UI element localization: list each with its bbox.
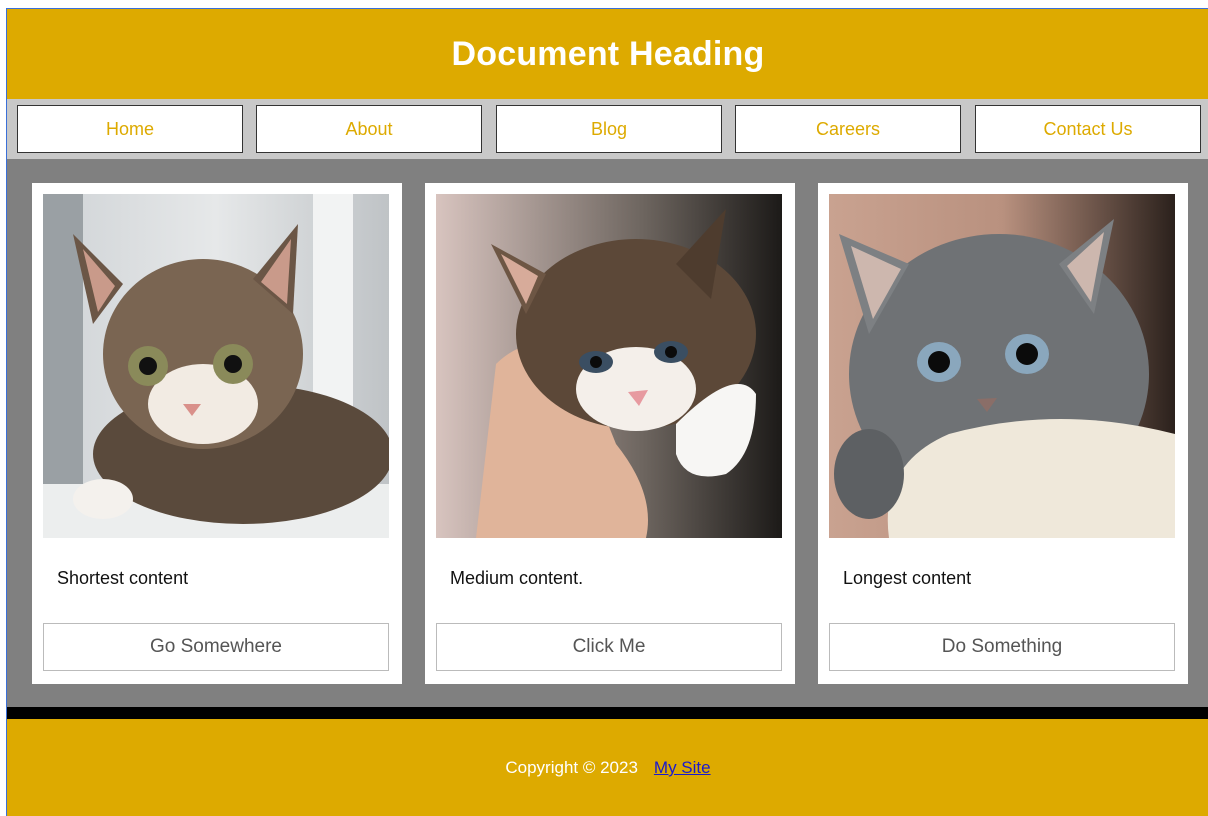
kitten-image xyxy=(829,194,1175,538)
page-header: Document Heading xyxy=(7,9,1208,99)
card-text: Longest content xyxy=(843,568,972,588)
page-footer: Copyright © 2023 My Site xyxy=(7,719,1208,816)
nav-item-careers[interactable]: Careers xyxy=(735,105,961,153)
page-title: Document Heading xyxy=(451,34,765,73)
card-grid: Shortest content Go Somewhere Medium con… xyxy=(7,159,1208,707)
nav-item-contact-us[interactable]: Contact Us xyxy=(975,105,1201,153)
kitten-image xyxy=(43,194,389,538)
main-nav: Home About Blog Careers Contact Us xyxy=(7,99,1208,159)
my-site-link[interactable]: My Site xyxy=(654,758,711,778)
click-me-button[interactable]: Click Me xyxy=(436,623,782,671)
kitten-image xyxy=(436,194,782,538)
card-text: Medium content. xyxy=(450,568,584,588)
do-something-button[interactable]: Do Something xyxy=(829,623,1175,671)
card-text: Shortest content xyxy=(57,568,189,588)
card: Medium content. Click Me xyxy=(425,183,795,684)
footer-divider xyxy=(7,707,1208,719)
copyright-text: Copyright © 2023 xyxy=(505,758,638,777)
card: Shortest content Go Somewhere xyxy=(32,183,402,684)
nav-item-about[interactable]: About xyxy=(256,105,482,153)
nav-item-blog[interactable]: Blog xyxy=(496,105,722,153)
go-somewhere-button[interactable]: Go Somewhere xyxy=(43,623,389,671)
card: Longest content Do Something xyxy=(818,183,1188,684)
page: Document Heading Home About Blog Careers… xyxy=(6,8,1208,816)
nav-item-home[interactable]: Home xyxy=(17,105,243,153)
